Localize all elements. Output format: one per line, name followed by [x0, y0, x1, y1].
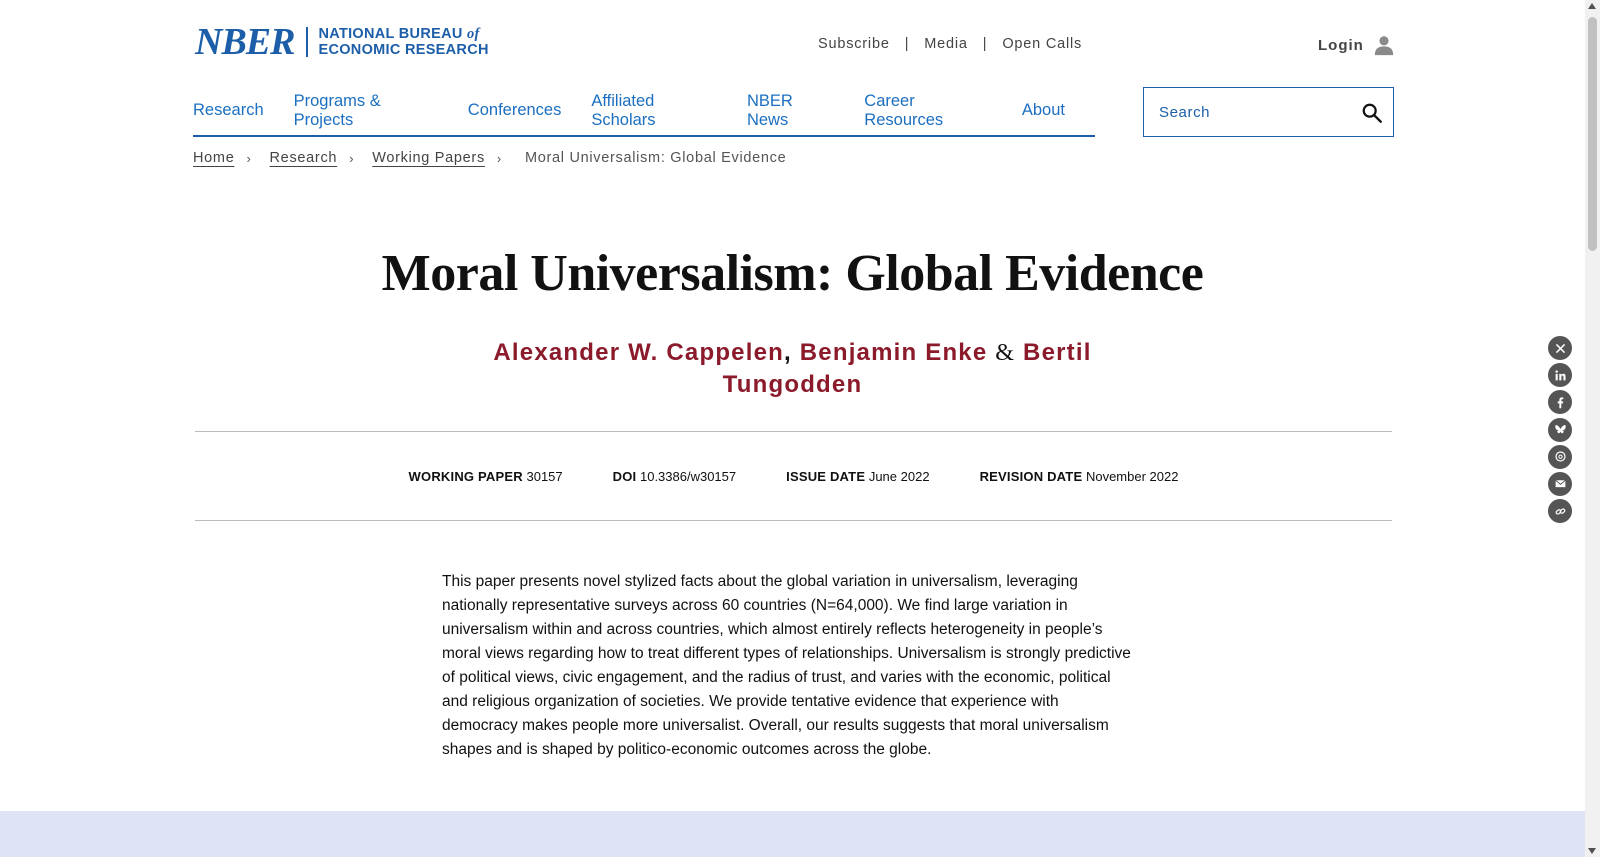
breadcrumb-research[interactable]: Research	[270, 150, 338, 166]
breadcrumb-working-papers[interactable]: Working Papers	[372, 150, 485, 166]
logo-line1: NATIONAL BUREAU of	[318, 26, 480, 42]
bluesky-icon[interactable]	[1548, 417, 1572, 442]
user-icon	[1374, 36, 1393, 56]
nav-programs-projects[interactable]: Programs & Projects	[294, 92, 438, 130]
nber-logo[interactable]: NBER NATIONAL BUREAU of ECONOMIC RESEARC…	[195, 21, 489, 63]
nav-nber-news[interactable]: NBER News	[747, 92, 834, 130]
main-nav: Research Programs & Projects Conferences…	[193, 86, 1095, 137]
search-box	[1143, 87, 1394, 137]
utility-separator: |	[904, 36, 910, 52]
scroll-down-arrow-icon[interactable]	[1588, 848, 1596, 854]
page-title: Moral Universalism: Global Evidence	[381, 245, 1204, 302]
linkedin-icon[interactable]	[1548, 363, 1572, 388]
copy-link-icon[interactable]	[1548, 499, 1572, 524]
logo-divider	[306, 27, 309, 57]
breadcrumb: Home › Research › Working Papers › Moral…	[193, 150, 786, 166]
subscribe-link[interactable]: Subscribe	[818, 36, 890, 52]
issue-date: ISSUE DATE June 2022	[786, 468, 930, 484]
nav-affiliated-scholars[interactable]: Affiliated Scholars	[591, 92, 717, 130]
logo-line2: ECONOMIC RESEARCH	[318, 42, 489, 58]
logo-mark: NBER	[195, 21, 295, 63]
open-calls-link[interactable]: Open Calls	[1002, 36, 1082, 52]
scroll-up-arrow-icon[interactable]	[1588, 3, 1596, 9]
chevron-right-icon: ›	[246, 150, 252, 166]
nav-conferences[interactable]: Conferences	[468, 101, 562, 120]
search-input[interactable]	[1159, 103, 1349, 121]
chevron-right-icon: ›	[349, 150, 355, 166]
facebook-icon[interactable]	[1548, 390, 1572, 415]
x-twitter-icon[interactable]	[1548, 336, 1572, 360]
revision-date: REVISION DATE November 2022	[979, 468, 1179, 484]
nav-career-resources[interactable]: Career Resources	[864, 92, 992, 130]
breadcrumb-home[interactable]: Home	[193, 150, 234, 166]
author-ampersand: &	[995, 340, 1016, 366]
chevron-right-icon: ›	[496, 150, 502, 166]
logo-text: NATIONAL BUREAU of ECONOMIC RESEARCH	[318, 26, 488, 58]
threads-icon[interactable]	[1548, 444, 1572, 469]
abstract: This paper presents novel stylized facts…	[442, 573, 1131, 758]
login-label: Login	[1318, 36, 1364, 54]
email-icon[interactable]	[1548, 471, 1572, 496]
author-link[interactable]: Benjamin Enke	[800, 339, 988, 366]
author-link[interactable]: Alexander W. Cappelen	[493, 339, 784, 366]
author-separator: ,	[784, 339, 792, 366]
utility-separator: |	[982, 36, 988, 52]
share-bar	[1548, 336, 1572, 526]
nav-about[interactable]: About	[1022, 101, 1065, 120]
doi: DOI 10.3386/w30157	[612, 468, 737, 484]
breadcrumb-current: Moral Universalism: Global Evidence	[524, 150, 787, 166]
page-scrollbar[interactable]	[1585, 0, 1600, 857]
working-paper-number: WORKING PAPER 30157	[408, 468, 563, 484]
author-list: Alexander W. Cappelen, Benjamin Enke & B…	[490, 337, 1095, 400]
footer-band	[0, 811, 1585, 857]
paper-metadata: WORKING PAPER 30157 DOI 10.3386/w30157 I…	[195, 431, 1392, 521]
login-button[interactable]: Login	[1318, 34, 1395, 56]
scrollbar-thumb[interactable]	[1588, 17, 1597, 251]
media-link[interactable]: Media	[924, 36, 968, 52]
search-icon[interactable]	[1361, 102, 1383, 124]
utility-nav: Subscribe | Media | Open Calls	[818, 36, 1082, 52]
nav-research[interactable]: Research	[193, 101, 264, 120]
